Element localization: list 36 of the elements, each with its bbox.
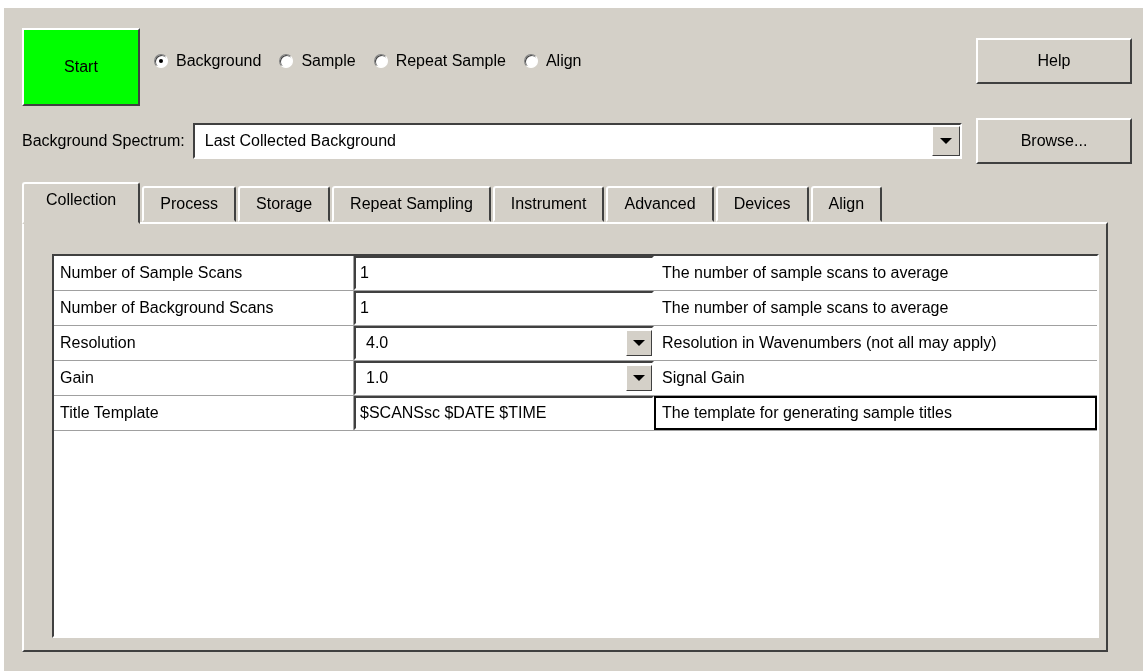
property-description: The number of sample scans to average: [661, 298, 950, 318]
tab[interactable]: Process: [142, 186, 237, 222]
property-description: Signal Gain: [661, 368, 746, 388]
tab[interactable]: Repeat Sampling: [332, 186, 491, 222]
property-value-field[interactable]: 4.0: [354, 326, 654, 360]
mode-radio[interactable]: Background: [154, 52, 262, 70]
tab[interactable]: Devices: [715, 186, 809, 222]
background-spectrum-dropdown[interactable]: Last Collected Background: [192, 123, 962, 159]
tab[interactable]: Collection: [22, 182, 141, 224]
radio-circle-icon[interactable]: [154, 54, 168, 68]
property-name: Resolution: [54, 326, 354, 360]
radio-circle-icon[interactable]: [523, 54, 538, 68]
background-spectrum-label: Background Spectrum:: [22, 132, 185, 150]
tab[interactable]: Advanced: [606, 186, 714, 222]
mode-radio[interactable]: Repeat Sample: [373, 52, 506, 70]
property-value-field[interactable]: 1: [354, 256, 654, 290]
property-name: Gain: [54, 361, 354, 395]
mode-radio[interactable]: Align: [523, 52, 582, 70]
tab[interactable]: Instrument: [492, 186, 605, 222]
mode-radio[interactable]: Sample: [279, 52, 356, 70]
start-button[interactable]: Start: [22, 28, 140, 106]
property-value-field[interactable]: 1: [354, 291, 654, 325]
help-button[interactable]: Help: [976, 38, 1132, 84]
browse-button[interactable]: Browse...: [976, 118, 1132, 164]
property-value-field[interactable]: $SCANSsc $DATE $TIME: [354, 396, 654, 430]
radio-circle-icon[interactable]: [279, 54, 294, 68]
property-name: Number of Background Scans: [54, 291, 354, 325]
property-description: The template for generating sample titles: [654, 396, 1097, 430]
tab[interactable]: Align: [810, 186, 883, 222]
property-name: Number of Sample Scans: [54, 256, 354, 290]
property-description: Resolution in Wavenumbers (not all may apply): [661, 333, 998, 353]
property-name: Title Template: [54, 396, 354, 430]
property-value-field[interactable]: 1.0: [354, 361, 654, 395]
radio-circle-icon[interactable]: [373, 54, 388, 68]
tab[interactable]: Storage: [238, 186, 331, 222]
property-description: The number of sample scans to average: [661, 263, 950, 283]
